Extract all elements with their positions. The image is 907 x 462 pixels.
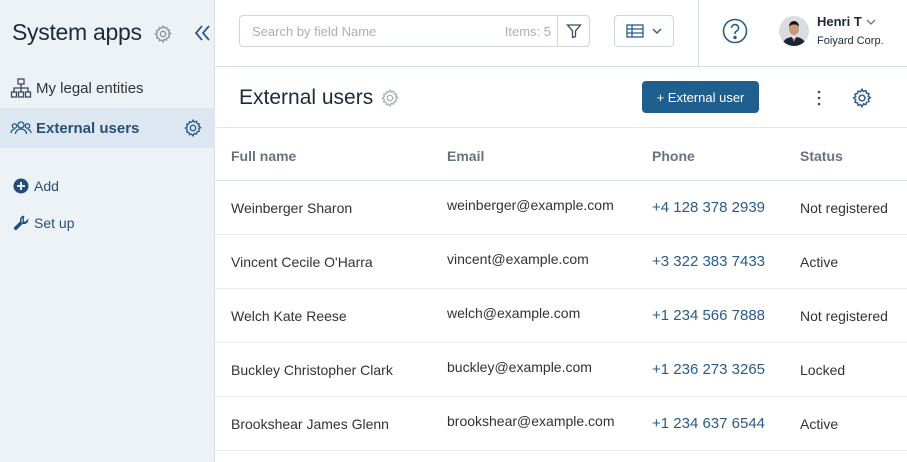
email-cell: buckley@example.com	[447, 359, 592, 375]
phone-link[interactable]: +1 236 273 3265	[652, 361, 765, 378]
column-header-status[interactable]: Status	[800, 148, 843, 164]
user-menu[interactable]: Henri T	[817, 14, 876, 29]
phone-link[interactable]: +3 322 383 7433	[652, 253, 765, 270]
table-row[interactable]: Weinberger Sharon weinberger@example.com…	[215, 181, 907, 235]
set-up-button[interactable]: Set up	[12, 214, 74, 232]
status-cell: Active	[800, 254, 839, 270]
status-cell: Locked	[800, 362, 846, 378]
column-header-phone[interactable]: Phone	[652, 148, 695, 164]
status-cell: Not registered	[800, 308, 888, 324]
user-photo-icon	[779, 16, 809, 46]
sidebar-title: System apps	[12, 19, 142, 45]
gear-icon[interactable]	[380, 88, 400, 108]
full-name-cell: Weinberger Sharon	[231, 200, 353, 216]
user-name: Henri T	[817, 14, 862, 29]
help-icon[interactable]	[722, 18, 748, 44]
gear-icon[interactable]	[183, 118, 203, 138]
table-view-icon	[626, 24, 644, 38]
phone-link[interactable]: +1 234 637 6544	[652, 415, 765, 432]
search-box: Items: 5	[239, 15, 590, 47]
sidebar: System apps My legal entities External u…	[0, 0, 215, 462]
sidebar-item-external-users[interactable]: External users	[0, 108, 215, 148]
add-label: Add	[34, 178, 59, 194]
table-header: Full name Email Phone Status	[215, 127, 907, 181]
email-cell: brookshear@example.com	[447, 413, 615, 429]
filter-icon	[565, 24, 582, 39]
sidebar-item-label: External users	[36, 119, 140, 137]
column-header-full-name[interactable]: Full name	[231, 148, 296, 164]
users-table: Full name Email Phone Status Weinberger …	[215, 127, 907, 451]
phone-link[interactable]: +1 234 566 7888	[652, 307, 765, 324]
filter-button[interactable]	[557, 16, 589, 46]
add-button[interactable]: Add	[12, 177, 59, 195]
phone-link[interactable]: +4 128 378 2939	[652, 199, 765, 216]
full-name-cell: Brookshear James Glenn	[231, 416, 389, 432]
sidebar-item-legal-entities[interactable]: My legal entities	[0, 68, 215, 108]
app-window: System apps My legal entities External u…	[0, 0, 907, 462]
status-cell: Active	[800, 416, 839, 432]
users-icon	[10, 121, 32, 135]
full-name-cell: Buckley Christopher Clark	[231, 362, 393, 378]
add-external-user-button[interactable]: + External user	[642, 81, 759, 113]
status-cell: Not registered	[800, 200, 888, 216]
org-chart-icon	[10, 78, 32, 98]
avatar[interactable]	[779, 16, 809, 46]
sidebar-item-label: My legal entities	[36, 79, 144, 97]
chevron-down-icon	[866, 19, 876, 25]
wrench-icon	[13, 215, 29, 231]
column-header-email[interactable]: Email	[447, 148, 484, 164]
table-row[interactable]: Brookshear James Glenn brookshear@exampl…	[215, 397, 907, 451]
plus-circle-icon	[13, 178, 29, 194]
email-cell: vincent@example.com	[447, 251, 589, 267]
gear-icon[interactable]	[851, 87, 873, 109]
search-input[interactable]	[240, 16, 505, 46]
chevron-down-icon	[652, 28, 662, 34]
view-mode-button[interactable]	[614, 15, 674, 47]
table-row[interactable]: Welch Kate Reese welch@example.com +1 23…	[215, 289, 907, 343]
items-count: Items: 5	[504, 23, 551, 39]
divider	[698, 0, 699, 67]
table-row[interactable]: Vincent Cecile O'Harra vincent@example.c…	[215, 235, 907, 289]
full-name-cell: Welch Kate Reese	[231, 308, 347, 324]
email-cell: welch@example.com	[447, 305, 581, 321]
gear-icon[interactable]	[153, 24, 173, 44]
top-bar: Items: 5	[215, 0, 907, 67]
email-cell: weinberger@example.com	[447, 197, 614, 213]
more-vertical-icon[interactable]	[811, 88, 827, 108]
user-organization: Foiyard Corp.	[817, 35, 884, 47]
page-title: External users	[239, 86, 374, 109]
collapse-sidebar-icon[interactable]	[192, 22, 212, 44]
set-up-label: Set up	[34, 215, 75, 231]
table-row[interactable]: Buckley Christopher Clark buckley@exampl…	[215, 343, 907, 397]
full-name-cell: Vincent Cecile O'Harra	[231, 254, 373, 270]
